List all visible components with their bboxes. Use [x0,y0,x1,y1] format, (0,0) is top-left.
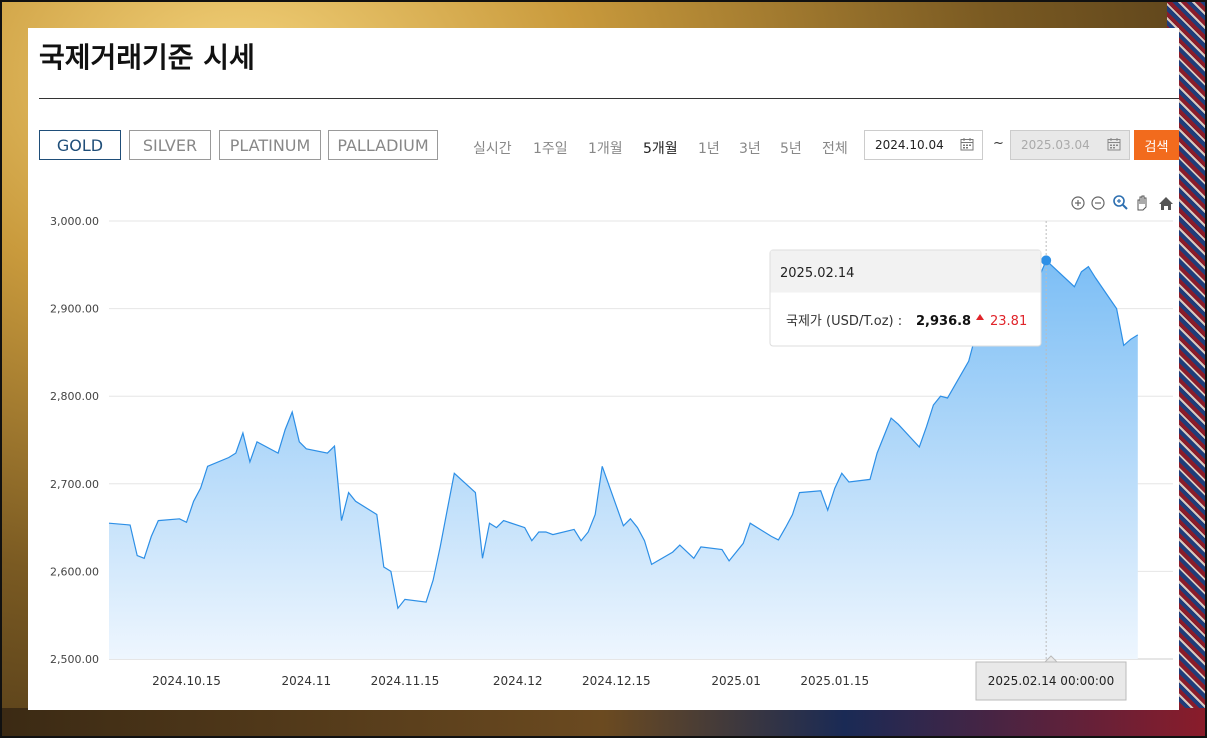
x-tick-label: 2024.12.15 [582,674,651,688]
y-tick-label: 2,900.00 [50,303,99,316]
x-tick-label: 2024.11 [281,674,331,688]
zoom-select-icon[interactable] [1113,195,1128,210]
zoom-toolbar [1071,195,1173,211]
crosshair-date-label: 2025.02.14 00:00:00 [988,674,1114,688]
gold-price-chart[interactable]: 2,500.00 2,600.00 2,700.00 2,800.00 2,900.00… [28,28,1179,710]
x-tick-label: 2025.01 [711,674,761,688]
zoom-out-icon[interactable] [1091,196,1105,210]
pan-hand-icon[interactable] [1137,195,1147,211]
hover-point [1041,255,1052,266]
y-tick-label: 2,700.00 [50,478,99,491]
x-tick-label: 2024.12 [493,674,543,688]
background-bottom [0,708,1207,738]
y-tick-label: 2,500.00 [50,653,99,666]
tooltip: 2025.02.14 국제가 (USD/T.oz) : 2,936.8 23.8… [769,249,1042,347]
home-icon[interactable] [1159,197,1173,210]
tooltip-date: 2025.02.14 [780,266,854,281]
zoom-in-icon[interactable] [1071,196,1085,210]
x-tick-label: 2024.11.15 [371,674,440,688]
y-tick-label: 2,800.00 [50,390,99,403]
tooltip-change: 23.81 [990,314,1027,329]
x-tick-label: 2024.10.15 [152,674,221,688]
tooltip-label: 국제가 (USD/T.oz) : [786,314,902,329]
price-panel: 국제거래기준 시세 GOLD SILVER PLATINUM PALLADIUM… [28,28,1179,710]
y-tick-label: 2,600.00 [50,565,99,578]
x-crosshair-label: 2025.02.14 00:00:00 [975,655,1127,701]
tooltip-value: 2,936.8 [916,314,971,329]
y-tick-label: 3,000.00 [50,215,99,228]
x-tick-label: 2025.01.15 [800,674,869,688]
